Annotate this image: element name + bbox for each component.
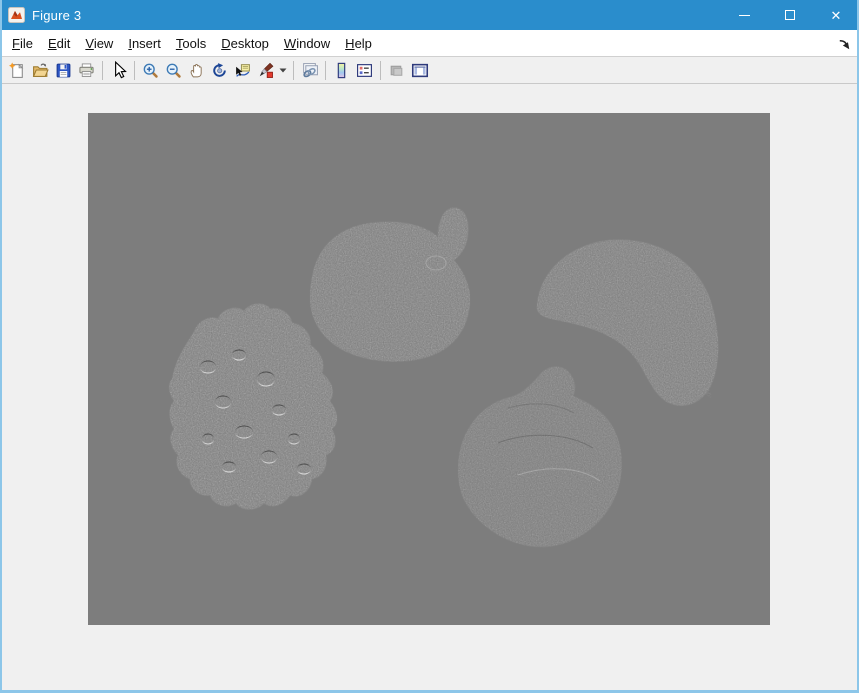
menu-tools[interactable]: Tools	[170, 32, 212, 55]
toolbar-separator	[102, 61, 103, 80]
titlebar: Figure 3 ✕	[0, 0, 859, 30]
menubar: File Edit View Insert Tools Desktop Wind…	[2, 30, 857, 57]
insert-colorbar-icon[interactable]	[330, 59, 353, 82]
menu-file[interactable]: File	[6, 32, 39, 55]
filtered-fruit-image	[88, 113, 770, 625]
link-plot-icon[interactable]	[298, 59, 321, 82]
toolbar-separator	[325, 61, 326, 80]
minimize-button[interactable]	[721, 0, 767, 30]
new-figure-icon[interactable]	[6, 59, 29, 82]
figure-window: Figure 3 ✕ File Edit View Insert Tools D…	[0, 0, 859, 693]
pan-hand-icon[interactable]	[185, 59, 208, 82]
window-title: Figure 3	[32, 8, 81, 23]
window-controls: ✕	[721, 0, 859, 30]
toolbar-separator	[293, 61, 294, 80]
figure-toolbar	[2, 57, 857, 84]
insert-legend-icon[interactable]	[353, 59, 376, 82]
toolbar-separator	[380, 61, 381, 80]
open-file-icon[interactable]	[29, 59, 52, 82]
hide-plot-tools-icon	[385, 59, 408, 82]
print-figure-icon[interactable]	[75, 59, 98, 82]
menu-view[interactable]: View	[79, 32, 119, 55]
menu-help[interactable]: Help	[339, 32, 378, 55]
zoom-out-icon[interactable]	[162, 59, 185, 82]
dock-figure-arrow-icon[interactable]	[835, 35, 851, 51]
toolbar-separator	[134, 61, 135, 80]
data-cursor-icon[interactable]	[231, 59, 254, 82]
minimize-icon	[739, 15, 750, 16]
menu-desktop[interactable]: Desktop	[215, 32, 275, 55]
menu-window[interactable]: Window	[278, 32, 336, 55]
figure-canvas	[2, 84, 857, 690]
close-button[interactable]: ✕	[813, 0, 859, 30]
menu-insert[interactable]: Insert	[122, 32, 167, 55]
maximize-button[interactable]	[767, 0, 813, 30]
matlab-figure-icon	[8, 7, 25, 23]
menu-edit[interactable]: Edit	[42, 32, 76, 55]
save-figure-icon[interactable]	[52, 59, 75, 82]
brush-dropdown-icon[interactable]	[277, 59, 289, 82]
close-icon: ✕	[831, 9, 842, 22]
rotate-3d-icon[interactable]	[208, 59, 231, 82]
edit-plot-arrow-icon[interactable]	[107, 59, 130, 82]
maximize-icon	[785, 10, 795, 20]
brush-data-icon[interactable]	[254, 59, 277, 82]
zoom-in-icon[interactable]	[139, 59, 162, 82]
show-plot-tools-dock-icon[interactable]	[408, 59, 431, 82]
